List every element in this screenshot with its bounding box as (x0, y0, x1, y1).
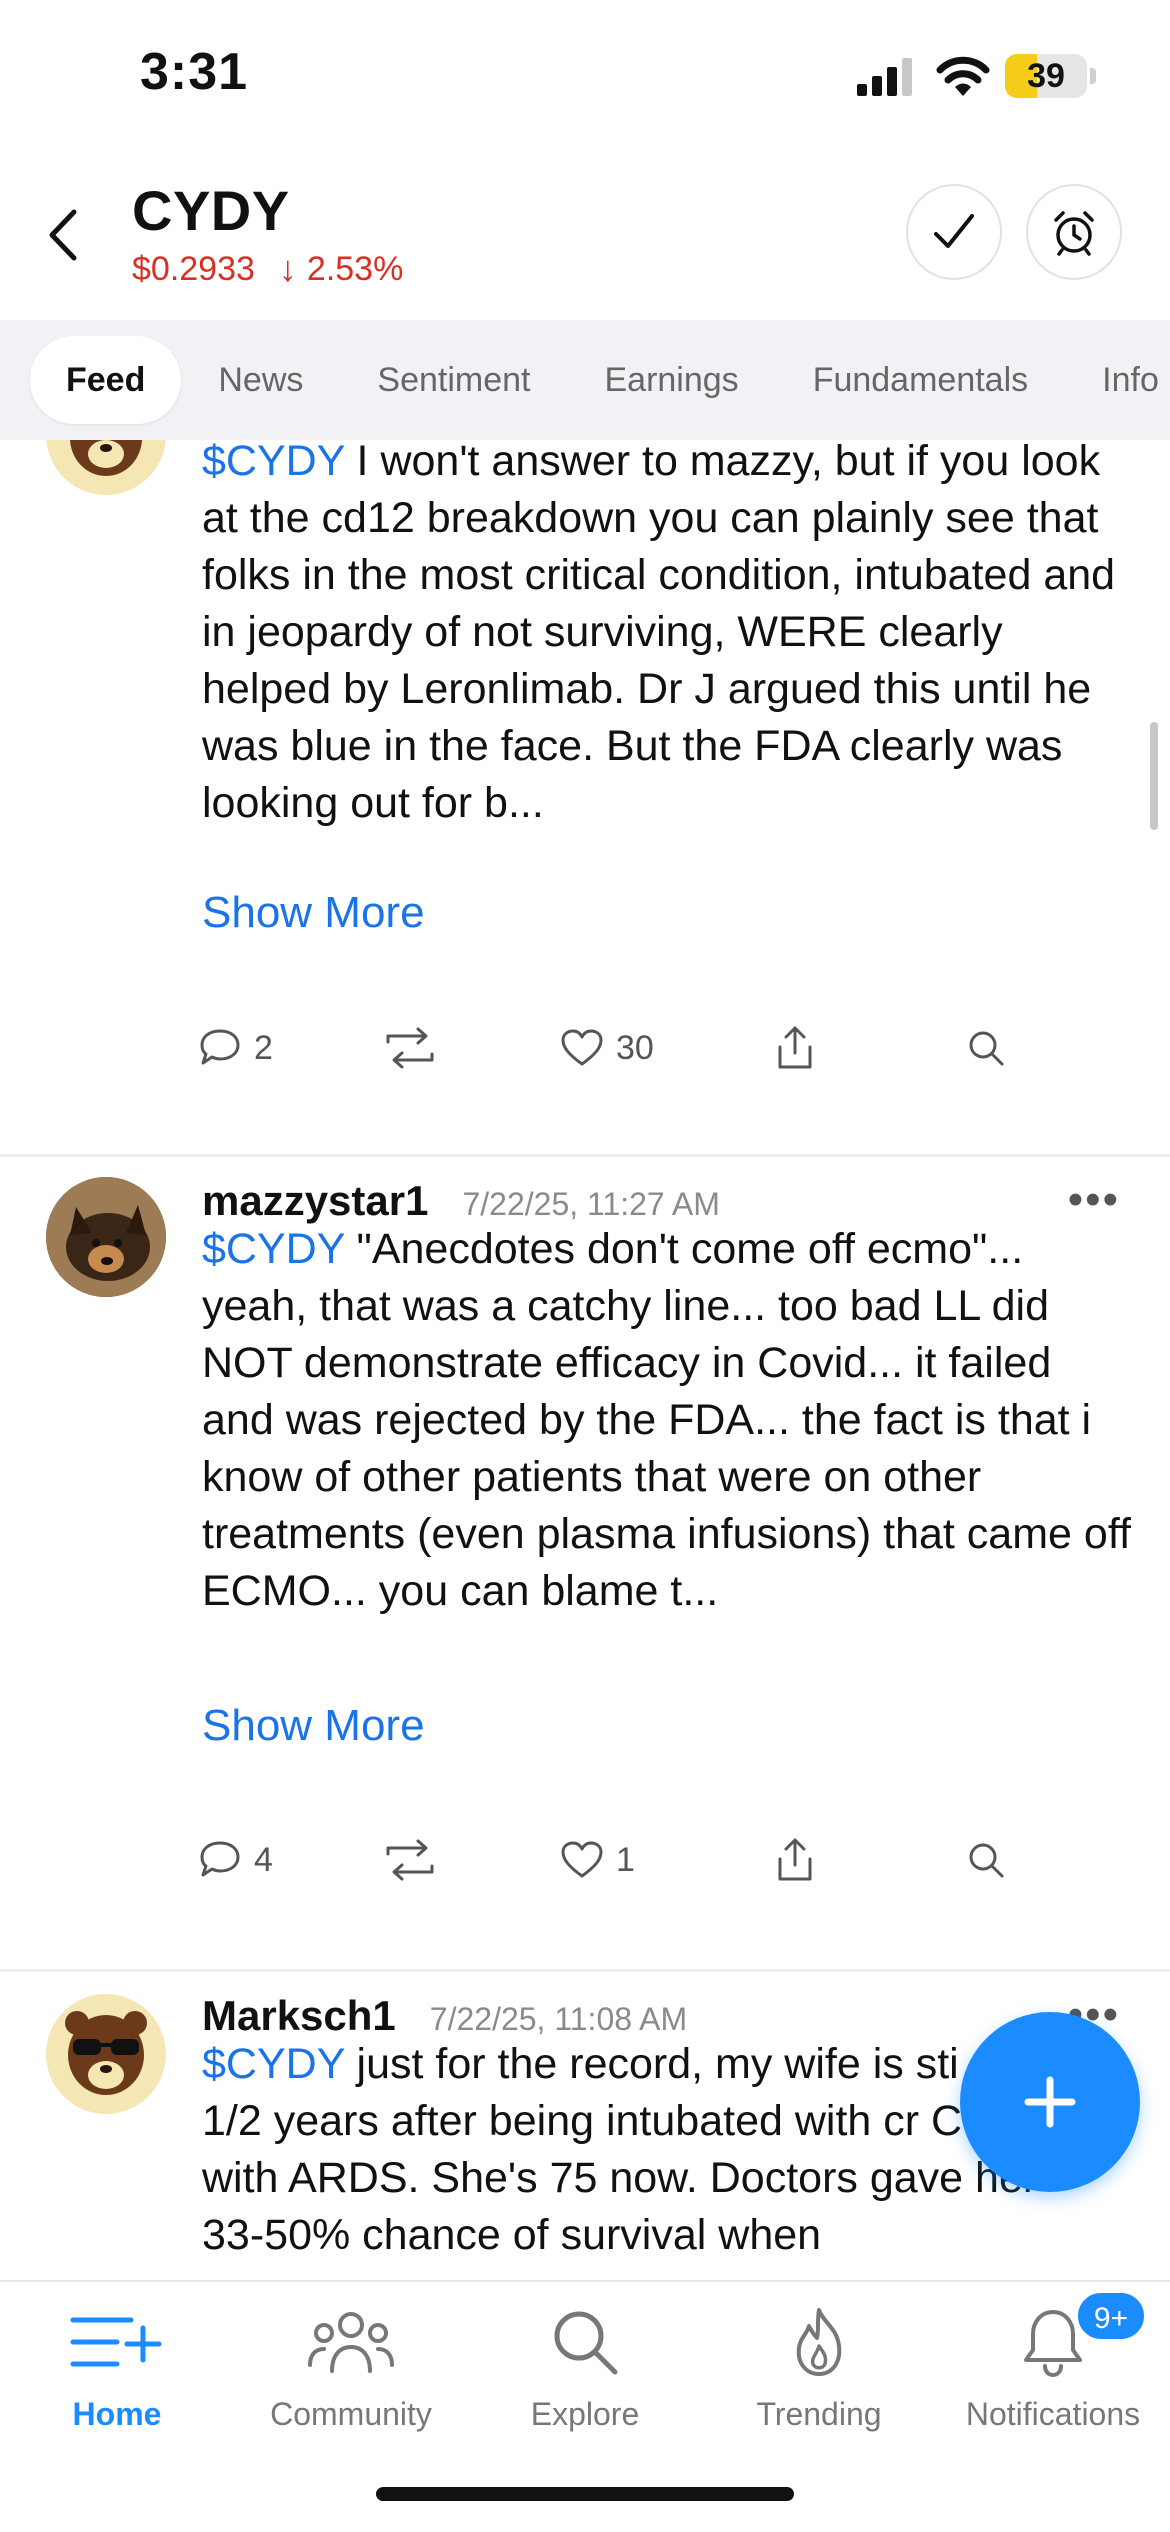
post-text: $CYDY "Anecdotes don't come off ecmo"...… (202, 1225, 1131, 1615)
tab-bar: Feed News Sentiment Earnings Fundamental… (0, 320, 1170, 440)
price: $0.2933 (132, 249, 255, 288)
like-count: 1 (616, 1840, 635, 1879)
timestamp: 7/22/25, 11:08 AM (429, 2001, 688, 2037)
nav-explore[interactable]: Explore (468, 2302, 702, 2452)
username[interactable]: mazzystar1 (202, 1177, 428, 1225)
dog-photo (46, 1177, 166, 1297)
flame-icon (789, 2302, 849, 2382)
post-header: mazzystar1 7/22/25, 11:27 AM (202, 1177, 720, 1225)
wifi-icon (936, 56, 990, 96)
status-time: 3:31 (140, 43, 249, 101)
comment-count: 4 (254, 1840, 273, 1879)
nav-label: Explore (530, 2396, 640, 2432)
tab-feed[interactable]: Feed (30, 336, 182, 424)
heart-icon (561, 1841, 603, 1878)
home-feed-icon (69, 2302, 165, 2382)
like-button[interactable]: 30 (560, 1018, 654, 1078)
repost-button[interactable] (382, 1018, 438, 1078)
back-button[interactable] (38, 200, 88, 270)
cashtag-link[interactable]: $CYDY (202, 440, 345, 485)
comment-button[interactable]: 4 (198, 1830, 273, 1890)
cashtag-link[interactable]: $CYDY (202, 1225, 345, 1273)
status-bar: 3:31 39 (0, 0, 1170, 160)
nav-trending[interactable]: Trending (702, 2302, 936, 2452)
feed-list: $CYDY I won't answer to mazzy, but if yo… (0, 440, 1170, 2280)
search-in-post-button[interactable] (966, 1830, 1006, 1890)
show-more-link[interactable]: Show More (202, 1701, 425, 1751)
show-more-link[interactable]: Show More (202, 888, 425, 938)
post-actions: 2 30 (198, 1018, 1018, 1078)
avatar[interactable] (46, 1177, 166, 1297)
list-item: $CYDY I won't answer to mazzy, but if yo… (0, 440, 1170, 1155)
scrollbar[interactable] (1150, 722, 1158, 830)
like-button[interactable]: 1 (560, 1830, 635, 1890)
repost-icon (386, 1027, 434, 1069)
nav-community[interactable]: Community (234, 2302, 468, 2452)
post-text: $CYDY I won't answer to mazzy, but if yo… (202, 440, 1132, 832)
share-icon (778, 1026, 812, 1069)
price-change: 2.53% (306, 249, 404, 288)
search-icon (969, 1031, 1004, 1066)
ticker-symbol: CYDY (132, 179, 290, 242)
price-row: $0.2933 ↓ 2.53% (132, 248, 403, 290)
battery-percent: 39 (1027, 57, 1065, 95)
search-icon (549, 2302, 621, 2382)
bear-sunglasses-icon (70, 440, 142, 476)
avatar[interactable] (46, 440, 166, 495)
tab-sentiment[interactable]: Sentiment (340, 336, 567, 424)
avatar[interactable] (46, 1994, 166, 2114)
bear-sunglasses-icon (65, 2011, 147, 2095)
username[interactable]: Marksch1 (202, 1992, 396, 2040)
comment-button[interactable]: 2 (198, 1018, 273, 1078)
post-header: Marksch1 7/22/25, 11:08 AM (202, 1992, 687, 2040)
tab-earnings[interactable]: Earnings (567, 336, 775, 424)
watchlist-button[interactable] (906, 184, 1002, 280)
heart-icon (561, 1029, 603, 1066)
nav-label: Home (72, 2396, 162, 2432)
list-item: mazzystar1 7/22/25, 11:27 AM ••• $CYDY "… (0, 1157, 1170, 1881)
share-icon (778, 1838, 812, 1881)
comment-count: 2 (254, 1028, 273, 1067)
tab-fundamentals[interactable]: Fundamentals (776, 336, 1065, 424)
notification-badge: 9+ (1075, 2290, 1147, 2342)
price-alert-button[interactable] (1026, 184, 1122, 280)
tab-news[interactable]: News (181, 336, 340, 424)
like-count: 30 (616, 1028, 654, 1067)
more-options-icon[interactable]: ••• (1068, 1175, 1120, 1225)
comment-icon (200, 1841, 240, 1877)
new-post-button[interactable] (960, 2012, 1140, 2192)
tab-info[interactable]: Info (1065, 336, 1170, 424)
cellular-signal-icon (857, 58, 912, 96)
plus-icon (1024, 2076, 1076, 2128)
repost-icon (386, 1839, 434, 1881)
home-indicator[interactable] (376, 2487, 794, 2501)
search-in-post-button[interactable] (966, 1018, 1006, 1078)
cashtag-link[interactable]: $CYDY (202, 2040, 345, 2088)
alarm-clock-icon (1054, 211, 1094, 256)
share-button[interactable] (774, 1018, 816, 1078)
nav-label: Trending (756, 2396, 882, 2432)
post-text: $CYDY just for the record, my wife is st… (202, 2040, 1041, 2259)
post-actions: 4 1 (198, 1830, 1018, 1890)
comment-icon (200, 1029, 240, 1065)
checkmark-icon (934, 214, 974, 248)
repost-button[interactable] (382, 1830, 438, 1890)
people-icon (308, 2302, 394, 2382)
timestamp: 7/22/25, 11:27 AM (462, 1186, 720, 1222)
stock-header: CYDY $0.2933 ↓ 2.53% (0, 160, 1170, 320)
down-arrow-icon: ↓ (278, 248, 297, 289)
nav-label: Notifications (965, 2396, 1141, 2432)
search-icon (969, 1843, 1004, 1878)
battery-icon: 39 (1005, 54, 1096, 98)
chevron-left-icon (49, 209, 77, 261)
nav-home[interactable]: Home (0, 2302, 234, 2452)
share-button[interactable] (774, 1830, 816, 1890)
nav-label: Community (270, 2396, 432, 2432)
